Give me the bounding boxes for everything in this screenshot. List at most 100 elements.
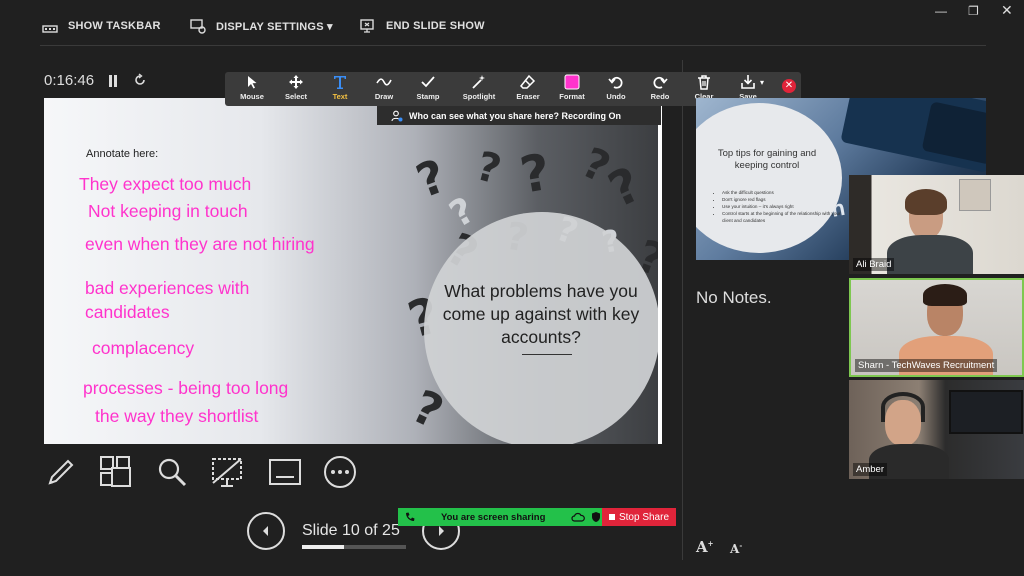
- display-settings-label: DISPLAY SETTINGS ▾: [216, 20, 333, 33]
- shield-icon: [592, 512, 601, 522]
- stamp-check-icon: [421, 76, 435, 88]
- annotation-text: candidates: [85, 302, 170, 322]
- close-window-icon[interactable]: ✕: [1001, 2, 1013, 19]
- slide-progress-fill: [302, 545, 344, 549]
- tool-draw[interactable]: Draw: [362, 74, 406, 104]
- who-can-see-text: Who can see what you share here? Recordi…: [409, 110, 622, 121]
- undo-icon: [608, 76, 623, 89]
- stop-share-label: Stop Share: [618, 511, 670, 523]
- stop-share-button[interactable]: Stop Share: [602, 508, 676, 526]
- format-color-icon: [564, 74, 580, 90]
- taskbar-icon: [42, 25, 58, 33]
- tool-text[interactable]: Text: [318, 74, 362, 104]
- svg-text:?: ?: [516, 143, 555, 205]
- end-slide-show-icon: [360, 19, 374, 33]
- increase-font-icon[interactable]: A+: [696, 538, 714, 556]
- monitor-graphic: [949, 390, 1023, 434]
- question-underline: [522, 354, 572, 355]
- wall-picture: [959, 179, 991, 211]
- phone-icon: [406, 512, 415, 521]
- next-slide-bullet: Use your intuition – it's always right: [722, 203, 852, 210]
- subtitles-icon[interactable]: [268, 455, 302, 489]
- sharing-status-text: You are screen sharing: [441, 511, 546, 523]
- reset-timer-icon[interactable]: [133, 73, 147, 87]
- tool-label: Stamp: [416, 92, 440, 101]
- display-settings-button[interactable]: DISPLAY SETTINGS ▾: [190, 14, 333, 38]
- annotation-text: bad experiences with: [85, 278, 250, 298]
- draw-icon: [376, 78, 392, 86]
- tool-label: Undo: [606, 92, 626, 101]
- svg-text:?: ?: [600, 156, 649, 219]
- tool-eraser[interactable]: Eraser: [506, 74, 550, 104]
- screen-sharing-bar[interactable]: You are screen sharing: [398, 508, 602, 526]
- next-slide-bullet: Ask the difficult questions: [722, 189, 852, 196]
- stop-square-icon: [608, 514, 615, 520]
- previous-slide-button[interactable]: [247, 512, 285, 550]
- decrease-font-icon[interactable]: A-: [730, 541, 742, 556]
- tool-label: Spotlight: [462, 92, 496, 101]
- pen-tool-icon[interactable]: [44, 455, 78, 489]
- tool-label: Draw: [374, 92, 394, 101]
- more-options-icon[interactable]: [323, 455, 357, 489]
- redo-icon: [653, 76, 668, 89]
- headset-graphic: [881, 392, 925, 422]
- spotlight-wand-icon: [472, 75, 485, 89]
- pause-icon[interactable]: [108, 74, 118, 87]
- black-screen-icon[interactable]: [210, 455, 244, 489]
- annotation-text: complacency: [92, 338, 195, 358]
- svg-text:?: ?: [443, 190, 482, 236]
- current-slide[interactable]: ? ? ? ? ? ? ? ? ? ? ? ? ? What problems …: [44, 98, 662, 444]
- timer-value: 0:16:46: [44, 72, 95, 89]
- panel-divider: [682, 60, 683, 560]
- previous-arrow-icon: [263, 526, 268, 536]
- tool-label: Format: [559, 92, 585, 101]
- participant-name: Amber: [853, 463, 887, 476]
- tool-mouse[interactable]: Mouse: [230, 74, 274, 104]
- next-slide-bullet: Don't ignore red flags: [722, 196, 852, 203]
- tool-label: Eraser: [516, 92, 540, 101]
- tool-stamp[interactable]: Stamp: [406, 74, 450, 104]
- participant-hair: [923, 284, 967, 306]
- participant-video[interactable]: Ali Braid: [849, 175, 1024, 274]
- save-dropdown-chevron-icon[interactable]: ▾: [760, 78, 764, 87]
- who-can-see-banner[interactable]: Who can see what you share here? Recordi…: [377, 106, 661, 125]
- tool-label: Text: [332, 92, 348, 101]
- tool-undo[interactable]: Undo: [594, 74, 638, 104]
- tool-select[interactable]: Select: [274, 74, 318, 104]
- tool-format[interactable]: Format: [550, 74, 594, 104]
- next-slide-bullet: Control starts at the beginning of the r…: [722, 210, 852, 224]
- show-taskbar-label: SHOW TASKBAR: [68, 20, 161, 32]
- annotation-text: even when they are not hiring: [85, 234, 315, 254]
- eraser-icon: [520, 74, 536, 89]
- annotation-text: They expect too much: [79, 174, 252, 194]
- zoom-icon[interactable]: [155, 455, 189, 489]
- minimize-icon[interactable]: —: [935, 4, 947, 18]
- restore-icon[interactable]: ❐: [968, 4, 979, 18]
- tool-label: Select: [284, 92, 308, 101]
- next-slide-title: Top tips for gaining and keeping control: [717, 148, 817, 171]
- annotation-text: the way they shortlist: [95, 406, 259, 426]
- people-icon: [391, 110, 403, 121]
- slide-scroll-edge: [658, 98, 662, 444]
- mouse-pointer-icon: [248, 76, 257, 89]
- cloud-icon: [571, 512, 586, 522]
- see-all-slides-icon[interactable]: [99, 455, 133, 489]
- move-icon: [289, 75, 303, 89]
- save-download-icon: [741, 75, 755, 89]
- show-taskbar-button[interactable]: SHOW TASKBAR: [42, 14, 161, 38]
- slide-question: What problems have you come up against w…: [442, 281, 640, 347]
- close-annotation-icon[interactable]: ✕: [782, 79, 796, 93]
- participant-video-active[interactable]: Sharn - TechWaves Recruitment: [849, 278, 1024, 377]
- text-icon: [334, 76, 346, 89]
- tool-redo[interactable]: Redo: [638, 74, 682, 104]
- display-settings-icon: [190, 19, 206, 34]
- participant-video[interactable]: Amber: [849, 380, 1024, 479]
- next-slide-bullets: Ask the difficult questions Don't ignore…: [714, 189, 852, 224]
- tool-spotlight[interactable]: Spotlight: [457, 74, 501, 104]
- end-slide-show-button[interactable]: END SLIDE SHOW: [360, 14, 485, 38]
- end-slide-show-label: END SLIDE SHOW: [386, 20, 485, 32]
- participant-hair: [905, 189, 947, 215]
- tool-label: Redo: [650, 92, 670, 101]
- participant-name: Ali Braid: [853, 258, 895, 271]
- annotation-text: processes - being too long: [83, 378, 289, 398]
